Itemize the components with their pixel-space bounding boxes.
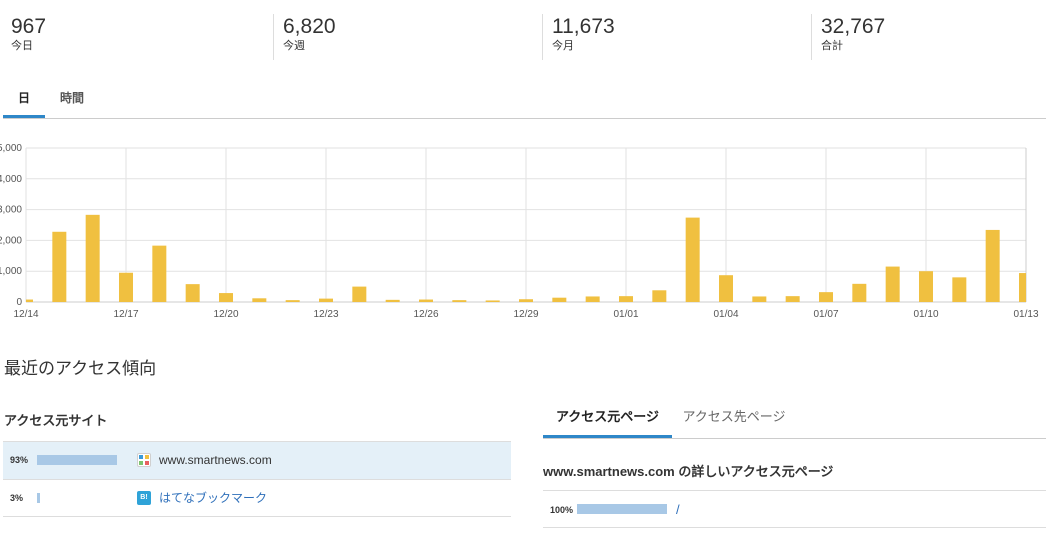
table-row[interactable]: 3% B! はてなブックマーク bbox=[3, 479, 511, 517]
stat-value: 32,767 bbox=[821, 15, 886, 38]
chart-bar[interactable] bbox=[119, 272, 133, 302]
share-bar-fill bbox=[37, 493, 40, 503]
stat-value: 11,673 bbox=[552, 15, 615, 38]
y-tick-label: 5,000 bbox=[0, 143, 22, 154]
stat-total: 32,767 合計 bbox=[811, 14, 885, 60]
stat-value: 967 bbox=[11, 15, 47, 38]
x-tick-label: 01/01 bbox=[613, 309, 638, 320]
chart-bar[interactable] bbox=[352, 286, 367, 302]
chart-bar[interactable] bbox=[852, 283, 867, 302]
x-tick-label: 12/20 bbox=[213, 309, 238, 320]
period-tabs: 日 時間 bbox=[3, 78, 1046, 119]
stat-label: 合計 bbox=[821, 40, 843, 52]
chart-bar[interactable] bbox=[52, 231, 67, 302]
chart-bar[interactable] bbox=[419, 299, 433, 302]
detail-title: www.smartnews.com の詳しいアクセス元ページ bbox=[543, 464, 834, 479]
y-tick-label: 0 bbox=[16, 297, 22, 308]
y-tick-label: 3,000 bbox=[0, 205, 22, 216]
chart-bar[interactable] bbox=[519, 299, 533, 302]
chart-bar[interactable] bbox=[985, 229, 1000, 302]
chart-bar[interactable] bbox=[652, 290, 667, 302]
share-bar bbox=[37, 455, 123, 465]
chart-bar[interactable] bbox=[85, 214, 100, 302]
chart-bar[interactable] bbox=[452, 300, 467, 302]
x-tick-label: 01/07 bbox=[813, 309, 838, 320]
hatena-bookmark-icon: B! bbox=[137, 491, 151, 505]
chart-bar[interactable] bbox=[185, 284, 200, 302]
stat-label: 今日 bbox=[11, 40, 33, 52]
chart-bar[interactable] bbox=[952, 277, 967, 302]
share-bar bbox=[577, 504, 667, 514]
chart-bar[interactable] bbox=[552, 297, 567, 302]
chart-bar[interactable] bbox=[685, 217, 700, 302]
referrer-site-link[interactable]: はてなブックマーク bbox=[159, 490, 267, 506]
chart-bar[interactable] bbox=[219, 293, 233, 302]
tab-day[interactable]: 日 bbox=[3, 78, 45, 118]
chart-bar[interactable] bbox=[285, 300, 300, 302]
chart-bar[interactable] bbox=[885, 266, 900, 302]
tab-destination-page[interactable]: アクセス先ページ bbox=[676, 398, 792, 438]
stat-month: 11,673 今月 bbox=[542, 14, 615, 60]
source-page-link[interactable]: / bbox=[676, 502, 680, 517]
chart-bar[interactable] bbox=[785, 296, 800, 302]
x-tick-label: 12/17 bbox=[113, 309, 138, 320]
chart-bar[interactable] bbox=[26, 299, 33, 302]
stat-label: 今月 bbox=[552, 40, 574, 52]
trend-section-title: 最近のアクセス傾向 bbox=[4, 359, 157, 378]
x-tick-label: 12/26 bbox=[413, 309, 438, 320]
share-percent: 93% bbox=[10, 455, 29, 465]
smartnews-icon bbox=[137, 453, 151, 467]
share-bar bbox=[37, 493, 123, 503]
tab-source-page[interactable]: アクセス元ページ bbox=[543, 398, 672, 438]
share-bar-fill bbox=[577, 504, 667, 514]
stat-week: 6,820 今週 bbox=[273, 14, 336, 60]
share-bar-fill bbox=[37, 455, 117, 465]
referrer-site-name: www.smartnews.com bbox=[159, 453, 272, 467]
share-percent: 100% bbox=[550, 505, 574, 515]
page-tabs: アクセス元ページ アクセス先ページ bbox=[543, 398, 1046, 439]
chart-bar[interactable] bbox=[719, 275, 733, 302]
stat-value: 6,820 bbox=[283, 15, 336, 38]
chart-bar[interactable] bbox=[585, 296, 600, 302]
chart-bar[interactable] bbox=[619, 296, 633, 302]
share-percent: 3% bbox=[10, 493, 24, 503]
x-tick-label: 12/14 bbox=[13, 309, 38, 320]
x-tick-label: 12/23 bbox=[313, 309, 338, 320]
chart-bar[interactable] bbox=[1019, 273, 1026, 302]
x-tick-label: 01/10 bbox=[913, 309, 938, 320]
y-tick-label: 2,000 bbox=[0, 235, 22, 246]
chart-bar[interactable] bbox=[152, 245, 167, 302]
y-tick-label: 4,000 bbox=[0, 174, 22, 185]
referrer-table: 93% www.smartnews.com 3% B! はてなブックマーク bbox=[3, 441, 511, 517]
x-tick-label: 01/04 bbox=[713, 309, 738, 320]
y-tick-label: 1,000 bbox=[0, 266, 22, 277]
chart-bar[interactable] bbox=[919, 271, 933, 302]
table-row[interactable]: 93% www.smartnews.com bbox=[3, 441, 511, 479]
chart-bar[interactable] bbox=[319, 298, 333, 302]
stat-label: 今週 bbox=[283, 40, 305, 52]
x-tick-label: 01/13 bbox=[1013, 309, 1038, 320]
chart-bar[interactable] bbox=[252, 298, 267, 302]
x-tick-label: 12/29 bbox=[513, 309, 538, 320]
referrer-sites-title: アクセス元サイト bbox=[4, 413, 108, 428]
tab-hour[interactable]: 時間 bbox=[49, 78, 95, 118]
access-bar-chart: 0 1,000 2,000 3,000 4,000 5,000 12/14 12/17 12/2… bbox=[0, 143, 1039, 320]
chart-bar[interactable] bbox=[385, 299, 400, 302]
stats-summary: 967 今日 6,820 今週 11,673 今月 32,767 合計 bbox=[0, 0, 1046, 64]
chart-bar[interactable] bbox=[819, 292, 833, 302]
stat-today: 967 今日 bbox=[2, 14, 46, 60]
chart-bar[interactable] bbox=[752, 296, 767, 302]
chart-bar[interactable] bbox=[485, 300, 500, 302]
table-row[interactable]: 100% / bbox=[543, 490, 1046, 528]
